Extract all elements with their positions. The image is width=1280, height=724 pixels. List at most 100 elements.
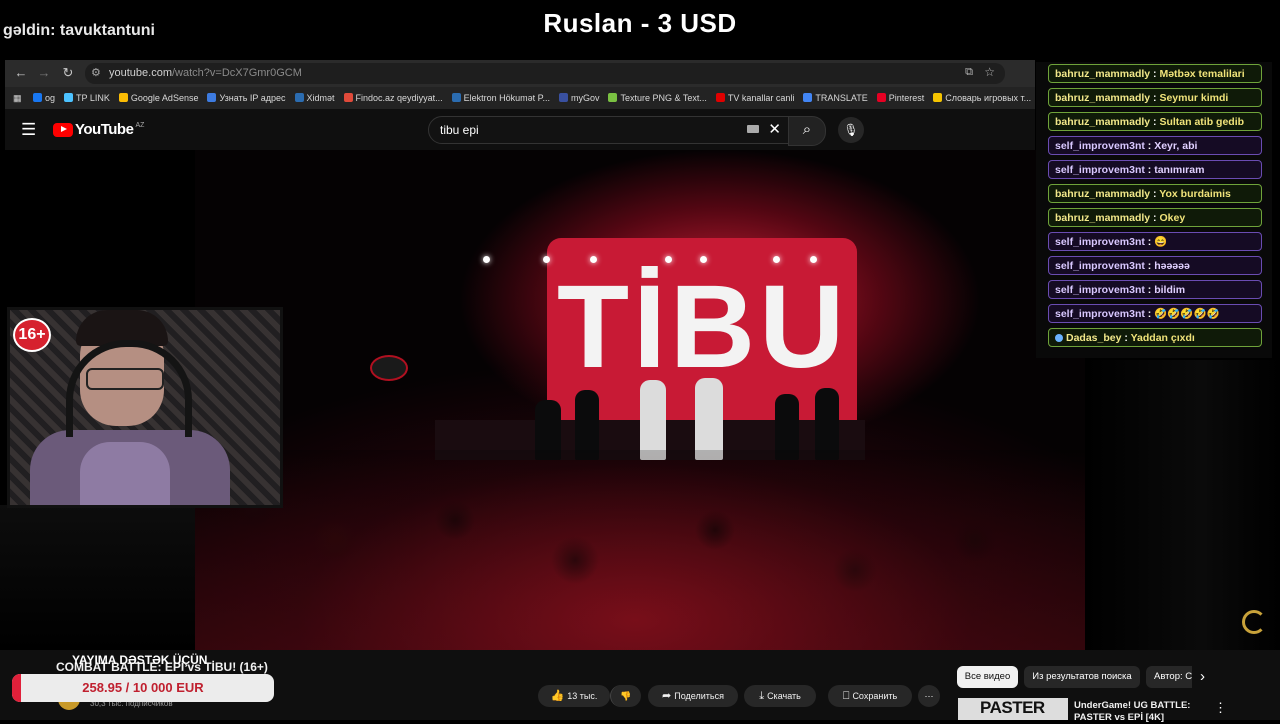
bookmark-label: Google AdSense xyxy=(130,93,199,103)
bookmark-item[interactable]: Findoc.az qeydiyyat... xyxy=(343,87,443,109)
search-button[interactable]: ⌕ xyxy=(788,116,826,146)
url-text: youtube.com/watch?v=DcX7Gmr0GCM xyxy=(109,67,302,79)
chat-username: self_improvem3nt xyxy=(1055,260,1145,272)
donation-goal-text: 258.95 / 10 000 EUR xyxy=(82,680,204,695)
bookmark-label: TRANSLATE xyxy=(815,93,868,103)
chat-text: Xeyr, abi xyxy=(1154,140,1198,152)
bookmark-label: Elektron Hökumət P... xyxy=(463,93,550,103)
bookmark-item[interactable]: Xidmət xyxy=(294,87,335,109)
search-query: tibu epi xyxy=(440,123,479,137)
bookmark-label: TP LINK xyxy=(76,93,110,103)
recommendation-title[interactable]: UnderGame! UG BATTLE: PASTER vs EPİ [4K] xyxy=(1074,700,1194,724)
chat-message: self_improvem3nt : 🤣🤣🤣🤣🤣 xyxy=(1048,304,1262,323)
platform-badge-icon xyxy=(1055,334,1063,342)
streamer-shirt xyxy=(80,442,170,505)
bookmark-label: TV kanallar canli xyxy=(727,93,795,103)
install-app-icon[interactable]: ⧉ xyxy=(965,66,973,79)
bookmark-favicon-icon xyxy=(558,93,568,102)
thumbnail-text: PASTER xyxy=(980,698,1045,717)
bookmark-favicon-icon xyxy=(33,93,43,102)
bookmark-item[interactable]: TV kanallar canli xyxy=(715,87,795,109)
chat-message: bahruz_mammadly : Mətbəx temalilari xyxy=(1048,64,1262,83)
bookmark-item[interactable]: TP LINK xyxy=(64,87,110,109)
like-button[interactable]: 👍 13 тыс. xyxy=(538,685,610,707)
chat-message: bahruz_mammadly : Yox burdaimis xyxy=(1048,184,1262,203)
more-icon: ⋯ xyxy=(924,691,934,701)
chat-username: bahruz_mammadly xyxy=(1055,116,1151,128)
support-label: YAYIMA DƏSTƏK ÜÇÜN xyxy=(72,653,208,667)
dislike-button[interactable]: 👎 xyxy=(610,685,641,707)
filter-from-search[interactable]: Из результатов поиска xyxy=(1024,666,1140,688)
chat-text: Yaddan çıxdı xyxy=(1130,332,1195,344)
address-bar[interactable]: ⚙ youtube.com/watch?v=DcX7Gmr0GCM ⧉ ☆ xyxy=(85,63,1005,84)
donation-alert: Ruslan - 3 USD xyxy=(543,8,737,38)
clear-search-icon[interactable]: ✕ xyxy=(768,120,781,138)
site-info-icon[interactable]: ⚙ xyxy=(91,66,101,79)
thumbs-down-icon: 👎 xyxy=(620,691,632,701)
address-row: ← → ↻ ⚙ youtube.com/watch?v=DcX7Gmr0GCM … xyxy=(5,60,1035,87)
chat-message: self_improvem3nt : həəəəə xyxy=(1048,256,1262,275)
webcam-feed xyxy=(10,310,280,505)
bookmark-label: og xyxy=(45,93,56,103)
bookmark-item[interactable]: Texture PNG & Text... xyxy=(608,87,707,109)
save-label: Сохранить xyxy=(852,691,898,701)
menu-icon[interactable]: ☰ xyxy=(21,120,36,140)
chat-username: bahruz_mammadly xyxy=(1055,92,1151,104)
thumbs-up-icon: 👍 xyxy=(550,690,565,702)
bookmark-item[interactable]: Google AdSense xyxy=(118,87,199,109)
youtube-logo[interactable]: YouTube AZ xyxy=(53,121,144,138)
filter-all-videos[interactable]: Все видео xyxy=(957,666,1018,688)
chevron-right-icon[interactable]: › xyxy=(1200,668,1205,685)
chat-message: self_improvem3nt : tanımıram xyxy=(1048,160,1262,179)
back-icon[interactable]: ← xyxy=(13,65,29,81)
chat-text: tanımıram xyxy=(1154,164,1205,176)
bookmark-star-icon[interactable]: ☆ xyxy=(984,65,995,79)
bookmark-favicon-icon xyxy=(207,93,217,102)
keyboard-icon[interactable] xyxy=(747,125,759,133)
search-icon: ⌕ xyxy=(802,121,812,138)
voice-search-button[interactable]: 🎙 xyxy=(838,117,864,143)
filter-author[interactable]: Автор: C xyxy=(1146,666,1192,688)
share-button[interactable]: ➦ Поделиться xyxy=(648,685,738,707)
chat-separator: : xyxy=(1144,236,1155,248)
country-code: AZ xyxy=(135,122,145,129)
chat-text: Yox burdaimis xyxy=(1159,188,1231,200)
crowd xyxy=(195,450,1085,650)
bookmark-favicon-icon xyxy=(451,93,461,102)
bookmark-label: Pinterest xyxy=(888,93,925,103)
bookmark-item[interactable]: og xyxy=(33,87,55,109)
bookmark-item[interactable]: Pinterest xyxy=(876,87,925,109)
stage-light xyxy=(483,256,490,263)
stage-light xyxy=(543,256,550,263)
save-button[interactable]: ⎕ Сохранить xyxy=(828,685,912,707)
kebab-menu-icon[interactable]: ⋮ xyxy=(1214,700,1227,716)
bookmark-favicon-icon xyxy=(343,93,353,102)
search-input[interactable]: tibu epi ✕ xyxy=(428,116,790,144)
chat-separator: : xyxy=(1121,332,1131,344)
like-count: 13 тыс. xyxy=(567,691,598,701)
more-actions-button[interactable]: ⋯ xyxy=(918,685,940,707)
overlay-shade-right xyxy=(1085,360,1280,650)
overlay-shade-left xyxy=(0,505,195,650)
age-rating-badge: 16+ xyxy=(15,320,49,350)
chat-text: bildim xyxy=(1154,284,1186,296)
stream-chat: bahruz_mammadly : Mətbəx temalilari bahru… xyxy=(1036,62,1272,358)
apps-grid-icon[interactable]: ▦ xyxy=(13,87,22,109)
video-player[interactable]: TİBU xyxy=(195,150,1085,650)
recommendation-thumbnail[interactable]: PASTER xyxy=(958,698,1068,720)
stage-light xyxy=(773,256,780,263)
chat-message: self_improvem3nt : 😄 xyxy=(1048,232,1262,251)
share-label: Поделиться xyxy=(674,691,724,701)
bookmark-item[interactable]: Узнать IP адрес xyxy=(207,87,286,109)
chat-username: self_improvem3nt xyxy=(1055,164,1145,176)
reload-icon[interactable]: ↻ xyxy=(60,65,76,81)
bookmark-item[interactable]: Elektron Hökumət P... xyxy=(451,87,550,109)
download-button[interactable]: ⤓ Скачать xyxy=(744,685,816,707)
bookmark-item[interactable]: TRANSLATE xyxy=(803,87,868,109)
bookmark-item[interactable]: myGov xyxy=(558,87,599,109)
bookmark-favicon-icon xyxy=(715,93,725,102)
chat-username: bahruz_mammadly xyxy=(1055,188,1151,200)
bookmark-item[interactable]: Словарь игровых т... xyxy=(933,87,1031,109)
forward-icon[interactable]: → xyxy=(36,65,52,81)
bookmark-label: Xidmət xyxy=(306,93,335,103)
